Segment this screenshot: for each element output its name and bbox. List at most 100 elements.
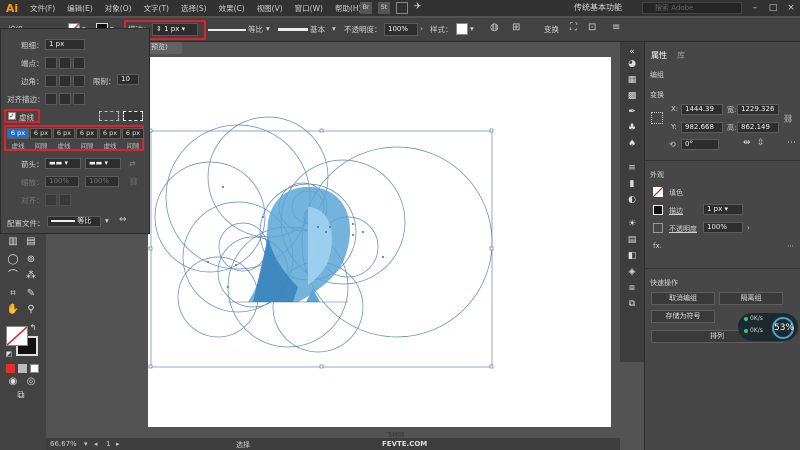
flip-along-icon[interactable]: ⇔ (119, 215, 127, 225)
align-center-icon[interactable] (45, 93, 57, 105)
shape-builder-tool-icon[interactable]: ⊚ (24, 254, 38, 266)
artboard[interactable] (148, 57, 611, 427)
recolor-icon[interactable]: ◍ (490, 22, 499, 33)
tab-properties[interactable]: 属性 (651, 50, 667, 61)
isolate-group-button[interactable]: 隔离组 (719, 292, 783, 305)
document-tab[interactable]: 预览) (148, 42, 182, 54)
dashed-checkbox[interactable]: ✓ (8, 112, 16, 120)
menu-view[interactable]: 视图(V) (251, 3, 289, 14)
flip-vertical-icon[interactable]: ⇳ (757, 138, 765, 148)
layers-icon[interactable]: ◈ (625, 266, 639, 278)
rocket-icon[interactable]: ✈ (414, 2, 422, 12)
gap-field-1[interactable]: 6 px (30, 128, 52, 139)
end-arrow-select[interactable]: ▬▬ ▾ (85, 158, 121, 169)
swap-colors-icon[interactable]: ↰ (26, 322, 40, 334)
menu-object[interactable]: 对象(O) (99, 3, 138, 14)
round-cap-icon[interactable] (59, 57, 71, 69)
chevron-right-icon[interactable]: › (747, 224, 750, 232)
preserve-dash-icon[interactable] (99, 111, 119, 121)
eyedropper-tool-icon[interactable]: ✎ (24, 288, 38, 300)
network-speed-widget[interactable]: 0K/s 0K/s 53% (738, 313, 798, 341)
butt-cap-icon[interactable] (45, 57, 57, 69)
align-inside-icon[interactable] (59, 93, 71, 105)
prev-artboard-icon[interactable]: ◂ (94, 440, 98, 448)
menu-select[interactable]: 选择(S) (175, 3, 213, 14)
rotate-icon[interactable]: ⟲ (669, 140, 676, 149)
transparency-icon[interactable]: ◐ (625, 194, 639, 206)
start-scale-field[interactable]: 100% (45, 176, 79, 187)
swatches-icon[interactable]: ▩ (625, 90, 639, 102)
start-arrow-select[interactable]: ▬▬ ▾ (45, 158, 81, 169)
ungroup-button[interactable]: 取消编组 (651, 292, 715, 305)
bridge-icon[interactable]: Br (360, 2, 372, 14)
menu-file[interactable]: 文件(F) (24, 3, 61, 14)
opacity-icon[interactable] (653, 223, 663, 233)
stroke-weight-field[interactable]: ⇕ 1 px ▾ (152, 23, 198, 36)
chevron-down-icon[interactable]: ▾ (84, 440, 88, 448)
more-options-icon[interactable]: ⋯ (787, 138, 796, 148)
chevron-down-icon[interactable]: ▾ (332, 24, 336, 33)
gradient-panel-icon[interactable]: ▮ (625, 178, 639, 190)
opacity-link[interactable]: 不透明度 (669, 224, 697, 234)
maximize-icon[interactable]: □ (764, 0, 782, 16)
menu-effect[interactable]: 效果(C) (213, 3, 251, 14)
style-swatch[interactable] (456, 23, 468, 35)
links-icon[interactable]: ⧉ (625, 298, 639, 310)
gap-field-3[interactable]: 6 px (122, 128, 144, 139)
hand-tool-icon[interactable]: ✋ (6, 304, 20, 316)
brush-preview[interactable] (278, 28, 308, 31)
brushes-icon[interactable]: ✒ (625, 106, 639, 118)
chevron-down-icon[interactable]: ▾ (105, 216, 109, 225)
screen-mode-icon[interactable]: ⧉ (14, 390, 28, 402)
dash-field-2[interactable]: 6 px (53, 128, 75, 139)
page-number[interactable]: 1 (106, 440, 110, 448)
arrow-tip-icon[interactable] (45, 194, 57, 206)
menu-type[interactable]: 文字(T) (138, 3, 175, 14)
artwork[interactable] (148, 57, 611, 427)
search-input[interactable]: 搜索 Adobe (642, 2, 742, 14)
symbols-icon[interactable]: ♣ (625, 122, 639, 134)
opacity-label[interactable]: 不透明度： (344, 24, 382, 35)
next-artboard-icon[interactable]: ▸ (116, 440, 120, 448)
opacity-field[interactable]: 100% (703, 222, 743, 233)
close-icon[interactable]: × (782, 0, 800, 16)
reference-point-icon[interactable] (651, 112, 663, 124)
stroke-swatch[interactable] (653, 205, 663, 215)
gap-field-2[interactable]: 6 px (76, 128, 98, 139)
dash-field-1[interactable]: 6 px (7, 128, 29, 139)
menu-edit[interactable]: 编辑(E) (61, 3, 99, 14)
none-mode-icon[interactable] (30, 364, 39, 373)
angle-field[interactable]: 0° (681, 139, 719, 150)
chevron-down-icon[interactable]: ▾ (470, 24, 474, 33)
x-field[interactable]: 1444.39 (681, 104, 723, 115)
color-mode-icon[interactable] (6, 364, 15, 373)
tab-library[interactable]: 库 (677, 50, 685, 61)
stroke-panel-icon[interactable]: ≡ (625, 162, 639, 174)
crop-tool-icon[interactable]: ⌗ (6, 288, 20, 300)
limit-field[interactable]: 10 (117, 74, 139, 85)
color-guide-icon[interactable]: ▦ (625, 74, 639, 86)
w-field[interactable]: 1229.326 (737, 104, 779, 115)
menu-window[interactable]: 窗口(W) (289, 3, 329, 14)
fx-button[interactable]: fx. (653, 242, 662, 250)
align-outside-icon[interactable] (73, 93, 85, 105)
chevron-right-icon[interactable]: › (420, 24, 423, 33)
appearance-icon[interactable]: ☀ (625, 218, 639, 230)
panel-menu-icon[interactable]: ≡ (612, 22, 620, 33)
profile-select[interactable]: 等比 (47, 216, 101, 227)
gradient-mode-icon[interactable] (18, 364, 27, 373)
end-scale-field[interactable]: 100% (85, 176, 119, 187)
arrow-end-icon[interactable] (59, 194, 71, 206)
width-tool-icon[interactable]: ⌒ (6, 270, 20, 282)
miter-join-icon[interactable] (45, 75, 57, 87)
swap-arrows-icon[interactable]: ⇄ (129, 159, 135, 168)
weight-field[interactable]: 1 px (45, 39, 85, 50)
draw-normal-icon[interactable]: ◉ (6, 376, 20, 388)
bevel-join-icon[interactable] (73, 75, 85, 87)
artboards-icon[interactable]: ⧈ (625, 282, 639, 294)
link-scale-icon[interactable]: ⛓ (129, 177, 139, 186)
transform-icon[interactable]: ⛶ (570, 22, 577, 33)
zoom-level[interactable]: 66.67% (50, 440, 77, 448)
lasso-tool-icon[interactable]: ◯ (6, 254, 20, 266)
flip-horizontal-icon[interactable]: ⇹ (743, 138, 751, 148)
